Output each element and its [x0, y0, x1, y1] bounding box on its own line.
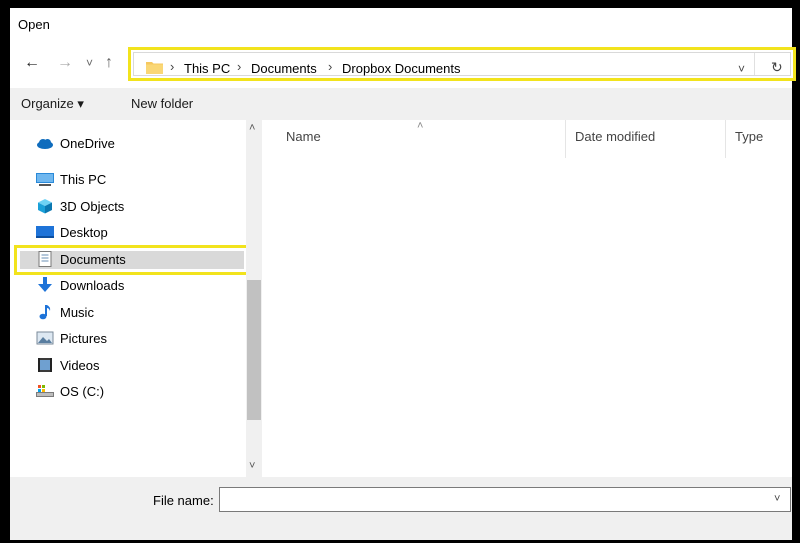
sidebar-item-label: OS (C:) [60, 383, 105, 399]
sidebar-item-pictures[interactable]: Pictures [36, 326, 107, 350]
sidebar-item-label: OneDrive [60, 135, 115, 151]
sidebar-item-label: Videos [60, 357, 100, 373]
organize-button[interactable]: Organize ▾ [21, 96, 84, 112]
column-header-type[interactable]: Type [735, 129, 763, 144]
picture-icon [36, 330, 54, 346]
cube-icon [36, 198, 54, 214]
window-title: Open [18, 17, 50, 32]
column-header-date-modified[interactable]: Date modified [575, 129, 655, 144]
sidebar-item-music[interactable]: Music [36, 300, 94, 324]
file-list-pane: ˄ Name Date modified Type [262, 120, 792, 477]
forward-button[interactable]: → [57, 54, 73, 72]
up-button[interactable]: ↑ [105, 54, 113, 72]
file-name-label: File name: [153, 493, 214, 508]
sidebar-item-3d-objects[interactable]: 3D Objects [36, 194, 124, 218]
column-header-name[interactable]: Name [286, 129, 321, 144]
sidebar-item-this-pc[interactable]: This PC [36, 167, 106, 191]
breadcrumb-documents[interactable]: Documents [251, 61, 317, 76]
back-button[interactable]: ← [24, 54, 40, 72]
sidebar-item-label: Music [60, 304, 94, 320]
column-divider [725, 120, 726, 158]
title-bar: Open [10, 8, 792, 36]
computer-icon [36, 171, 54, 187]
navigation-pane: OneDrive This PC 3D Objects Desktop Docu… [10, 120, 262, 477]
address-bar[interactable]: › This PC › Documents › Dropbox Document… [128, 47, 796, 81]
column-divider [565, 120, 566, 158]
sidebar-item-downloads[interactable]: Downloads [36, 273, 124, 297]
address-divider [754, 53, 755, 75]
sidebar-item-label: Downloads [60, 277, 125, 293]
sidebar-item-label: This PC [60, 171, 107, 187]
sidebar-item-label: Desktop [60, 224, 108, 240]
sidebar-item-videos[interactable]: Videos [36, 353, 100, 377]
sidebar-item-label: 3D Objects [60, 198, 125, 214]
scroll-up-button[interactable]: ˄ [249, 122, 255, 134]
navigation-bar: ← → ˅ ↑ › This PC › Documents › Dropbox … [10, 36, 796, 88]
recent-locations-button[interactable]: ˅ [86, 56, 93, 70]
command-toolbar: Organize ▾ New folder [10, 88, 792, 120]
sidebar-item-desktop[interactable]: Desktop [36, 220, 108, 244]
cloud-icon [36, 135, 54, 151]
breadcrumb-separator: › [237, 59, 242, 74]
sidebar-scrollbar[interactable]: ˄ ˅ [246, 120, 262, 477]
sidebar-item-os-c[interactable]: OS (C:) [36, 379, 104, 403]
video-icon [36, 357, 54, 373]
address-dropdown-button[interactable]: ˅ [738, 62, 745, 76]
file-name-dropdown-button[interactable]: ˅ [774, 493, 780, 505]
desktop-icon [36, 224, 54, 240]
sidebar-item-onedrive[interactable]: OneDrive [36, 131, 115, 155]
folder-icon [146, 62, 163, 74]
scroll-thumb[interactable] [247, 280, 261, 420]
new-folder-button[interactable]: New folder [131, 96, 193, 111]
sidebar-item-label: Documents [60, 251, 126, 267]
breadcrumb-separator: › [170, 59, 175, 74]
file-name-area: File name: ˅ [10, 477, 792, 540]
sidebar-item-documents[interactable]: Documents [36, 247, 126, 271]
download-arrow-icon [36, 277, 54, 293]
sidebar-item-label: Pictures [60, 330, 107, 346]
music-note-icon [36, 304, 54, 320]
address-bar-inner: › This PC › Documents › Dropbox Document… [133, 52, 791, 76]
scroll-down-button[interactable]: ˅ [249, 460, 255, 472]
breadcrumb-this-pc[interactable]: This PC [184, 61, 230, 76]
refresh-button[interactable]: ↻ [771, 59, 783, 76]
document-icon [36, 251, 54, 267]
sort-indicator-icon: ˄ [417, 120, 424, 132]
breadcrumb-dropbox-documents[interactable]: Dropbox Documents [342, 61, 461, 76]
breadcrumb-separator: › [328, 59, 333, 74]
drive-icon [36, 383, 54, 399]
file-name-input[interactable] [219, 487, 791, 512]
